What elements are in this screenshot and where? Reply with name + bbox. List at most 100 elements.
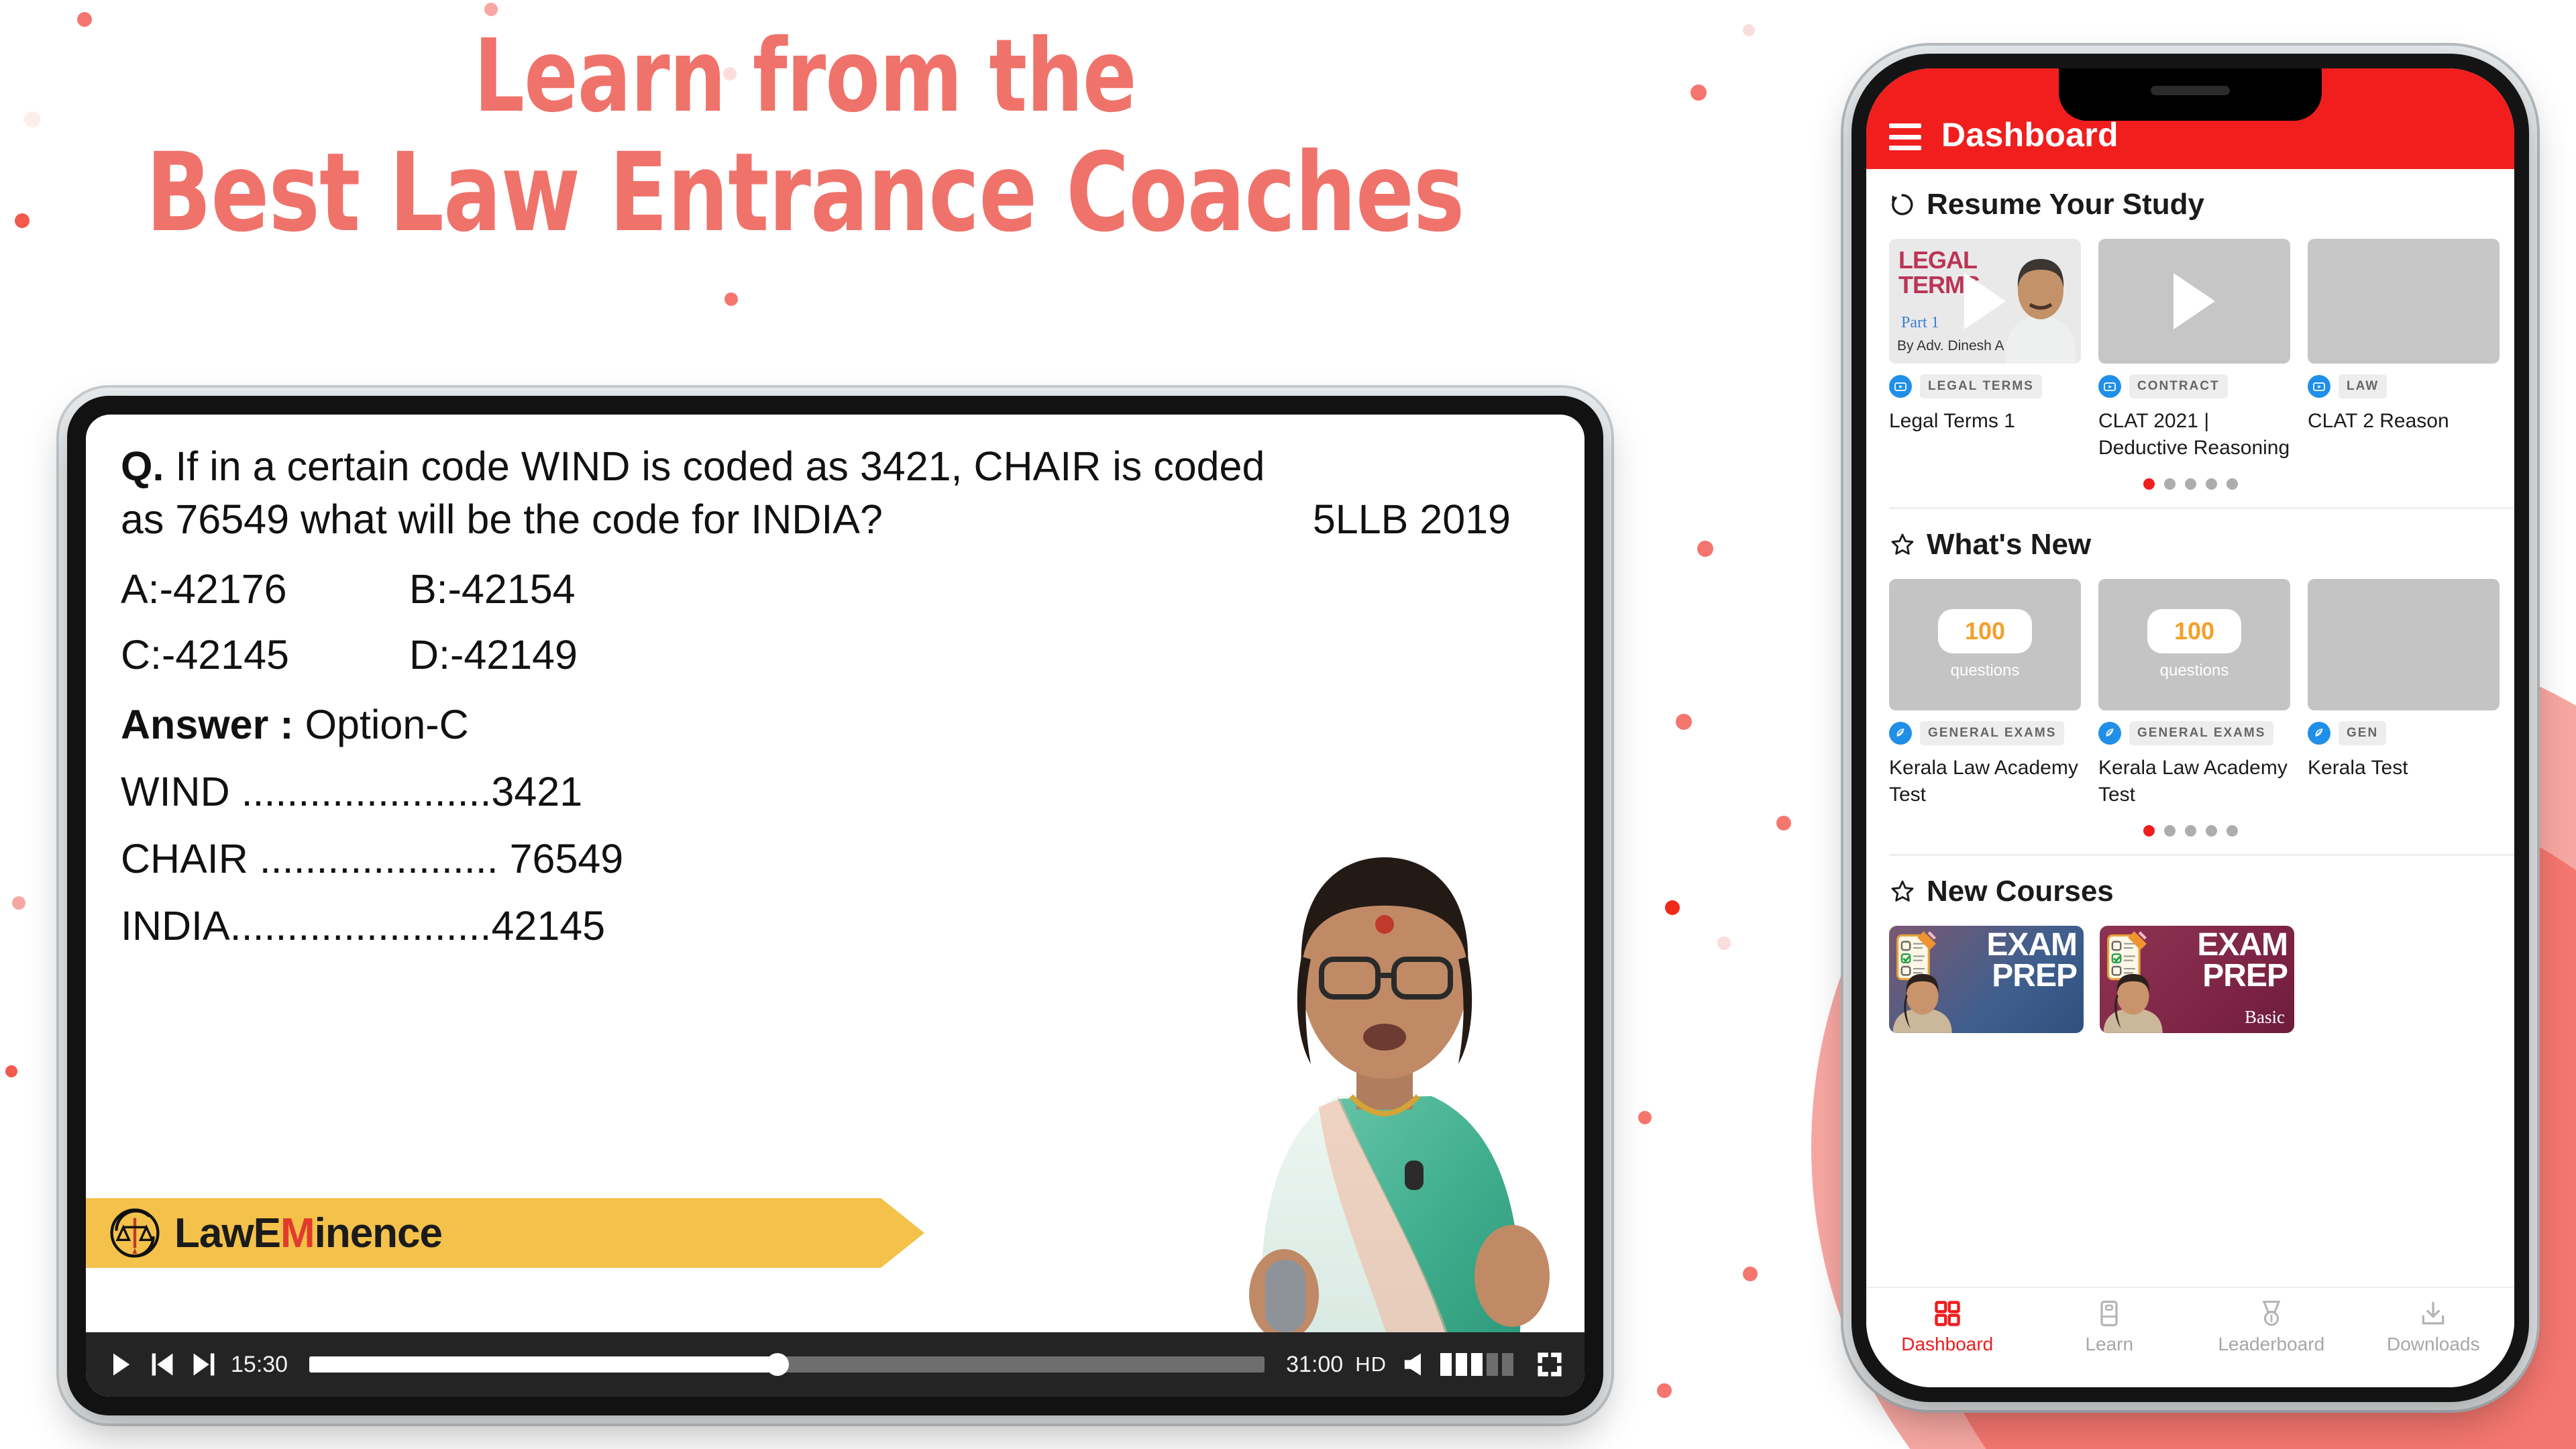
carousel-dot[interactable] [2143,825,2155,837]
option-a: A:-42176 [121,566,287,612]
card-title: Legal Terms 1 [1889,410,2015,432]
bottom-navigation: Dashboard Learn Leaderboard Downloads [1866,1287,2514,1387]
video-thumbnail[interactable]: LEGAL TERMS Part 1 By Adv. Dinesh A [1889,239,2081,364]
card-badge-row: LEGAL TERMS [1889,374,2081,398]
card-badge-row: GENERAL EXAMS [1889,721,2081,746]
phone-notch [2059,68,2322,121]
category-badge: CONTRACT [2129,374,2228,398]
new-courses-carousel[interactable]: EXAM PREP EXAM PREP Basic [1889,926,2514,1034]
carousel-dot[interactable] [2163,478,2176,490]
question-line-2: as 76549 what will be the code for INDIA… [121,496,883,543]
carousel-dot[interactable] [2184,478,2196,490]
category-badge: GEN [2339,721,2387,746]
video-controls: 15:30 31:00 HD [86,1332,1585,1397]
medal-leaderboard-icon [2262,1301,2281,1326]
carousel-dot[interactable] [2226,825,2238,837]
nav-item-dashboard[interactable]: Dashboard [1866,1299,2029,1355]
card-badge-row: GENERAL EXAMS [2098,721,2290,746]
answer-row: Answer : Option-C [121,701,1550,748]
question-count-thumbnail[interactable]: 100 questions [1889,579,2081,711]
question-count-label: questions [2159,661,2229,680]
speaker-icon[interactable] [1399,1350,1428,1379]
course-title-line1: EXAM [1986,927,2078,963]
app-content[interactable]: Resume Your Study LEGAL TERMS Part 1 By A… [1866,169,2514,1287]
carousel-dot[interactable] [2184,825,2196,837]
category-badge: GENERAL EXAMS [2129,721,2274,746]
carousel-dot[interactable] [2205,478,2217,490]
phone-screen: Dashboard Resume Your Study LEGAL TERMS P… [1866,68,2514,1387]
section-header: New Courses [1889,875,2514,908]
feather-pen-badge-icon [1889,722,1912,745]
play-overlay-icon[interactable] [2174,273,2215,329]
thumb-author: By Adv. Dinesh A [1897,338,2004,354]
question-count-thumbnail[interactable] [2308,579,2500,711]
section-resume-your-study: Resume Your Study LEGAL TERMS Part 1 By A… [1866,169,2514,510]
volume-level-indicator[interactable] [1440,1353,1513,1376]
nav-item-downloads[interactable]: Downloads [2353,1299,2515,1355]
test-card[interactable]: GEN Kerala Test [2308,579,2500,808]
current-time: 15:30 [231,1351,288,1377]
carousel-dot[interactable] [2143,478,2155,490]
volume-bar [1487,1353,1498,1376]
resume-card[interactable]: LAW CLAT 2 Reason [2308,239,2500,461]
option-row: A:-42176 B:-42154 [121,566,1550,612]
question-text: Q. If in a certain code WIND is coded as… [121,440,1265,493]
video-thumbnail[interactable] [2098,239,2290,364]
previous-track-icon[interactable] [148,1350,177,1379]
course-card[interactable]: EXAM PREP Basic [2100,926,2294,1034]
category-badge: LEGAL TERMS [1920,374,2042,398]
star-outline-icon [1891,880,1914,902]
tablet-screen: Q. If in a certain code WIND is coded as… [86,415,1585,1397]
test-card[interactable]: 100 questions GENERAL EXAMS Kerala Law A… [1889,579,2081,808]
quality-label[interactable]: HD [1355,1352,1387,1377]
nav-item-leaderboard[interactable]: Leaderboard [2190,1299,2353,1355]
carousel-dot[interactable] [2226,478,2238,490]
progress-knob[interactable] [765,1353,789,1376]
lesson-slide: Q. If in a certain code WIND is coded as… [86,415,1585,1332]
decor-dot [24,111,40,127]
decor-dot [1676,714,1692,730]
carousel-dots[interactable] [1889,461,2514,490]
play-icon[interactable] [106,1350,136,1379]
next-track-icon[interactable] [189,1350,219,1379]
brand-name-m: M [280,1210,315,1256]
volume-bar [1440,1353,1452,1376]
nav-item-learn[interactable]: Learn [2029,1299,2191,1355]
decor-dot [77,12,92,27]
phone-device: Dashboard Resume Your Study LEGAL TERMS P… [1851,54,2529,1402]
course-title-line1: EXAM [2197,927,2288,963]
decor-dot [1697,541,1713,557]
exam-tag: 5LLB 2019 [1312,496,1511,543]
progress-slider[interactable] [309,1353,1265,1376]
play-overlay-icon[interactable] [1964,273,2006,329]
carousel-dot[interactable] [2163,825,2176,837]
whats-new-carousel[interactable]: 100 questions GENERAL EXAMS Kerala Law A… [1889,579,2514,808]
course-card[interactable]: EXAM PREP [1889,926,2084,1034]
decor-dot [1665,900,1680,915]
total-time: 31:00 [1286,1351,1344,1377]
course-subtitle: Basic [2245,1007,2285,1028]
test-card[interactable]: 100 questions GENERAL EXAMS Kerala Law A… [2098,579,2290,808]
decor-dot [1657,1383,1672,1398]
course-title-line2: PREP [1992,958,2078,994]
resume-card[interactable]: CONTRACT CLAT 2021 | Deductive Reasoning [2098,239,2290,461]
category-badge: GENERAL EXAMS [1920,721,2065,746]
video-play-badge-icon [2308,375,2330,398]
headline-line-1: Learn from the [474,18,1136,135]
video-play-badge-icon [1889,375,1912,398]
hamburger-menu-icon[interactable] [1889,123,1921,150]
resume-carousel[interactable]: LEGAL TERMS Part 1 By Adv. Dinesh A LEGA… [1889,239,2514,461]
student-photo [2103,974,2163,1034]
video-thumbnail[interactable] [2308,239,2500,364]
carousel-dots[interactable] [1889,808,2514,837]
carousel-dot[interactable] [2205,825,2217,837]
decor-dot [484,3,498,16]
question-count-thumbnail[interactable]: 100 questions [2098,579,2290,711]
nav-label: Learn [2085,1334,2134,1354]
headline-line-2: Best Law Entrance Coaches [146,130,1465,256]
fullscreen-icon[interactable] [1535,1350,1564,1379]
feather-pen-badge-icon [2308,722,2330,745]
resume-card[interactable]: LEGAL TERMS Part 1 By Adv. Dinesh A LEGA… [1889,239,2081,461]
card-badge-row: CONTRACT [2098,374,2290,398]
app-title: Dashboard [1941,116,2118,154]
